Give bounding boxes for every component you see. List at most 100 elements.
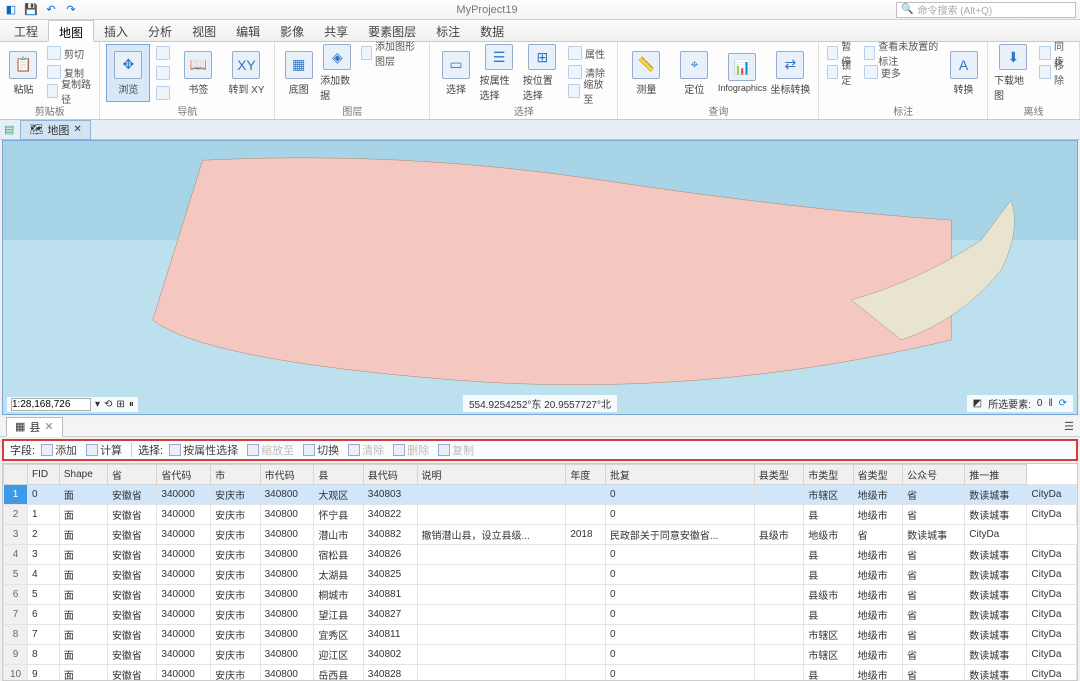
infographics-button[interactable]: 📊Infographics bbox=[720, 44, 764, 102]
group-label: 选择 bbox=[436, 103, 611, 119]
coordconv-button[interactable]: ⇄坐标转换 bbox=[768, 44, 812, 102]
remove-button[interactable]: 移除 bbox=[1037, 63, 1073, 81]
rotate-icon[interactable]: ⟲ bbox=[104, 399, 112, 410]
basemap-button[interactable]: ▦底图 bbox=[281, 44, 316, 102]
close-icon[interactable]: ✕ bbox=[44, 420, 53, 433]
cell: 安徽省 bbox=[107, 665, 156, 681]
cell: 6 bbox=[28, 605, 60, 625]
bookmarks-button[interactable]: 📖书签 bbox=[176, 44, 220, 102]
column-header[interactable]: 推一推 bbox=[965, 465, 1027, 485]
cell: 0 bbox=[605, 625, 754, 645]
contents-icon[interactable]: ▤ bbox=[4, 123, 14, 136]
map-view[interactable]: ▾ ⟲ ⊞ ⏸ 554.9254252°东 20.9557727°北 ◩ 所选要… bbox=[2, 140, 1078, 415]
redo-icon[interactable]: ↷ bbox=[64, 3, 78, 17]
add-field-button[interactable]: 添加 bbox=[38, 441, 80, 459]
tab-视图[interactable]: 视图 bbox=[182, 20, 226, 41]
cell: 省 bbox=[903, 645, 965, 665]
tab-分析[interactable]: 分析 bbox=[138, 20, 182, 41]
column-header[interactable]: 公众号 bbox=[903, 465, 965, 485]
table-row[interactable]: 76面安徽省340000安庆市340800望江县3408270县地级市省数读城事… bbox=[4, 605, 1077, 625]
column-header[interactable]: 说明 bbox=[417, 465, 566, 485]
nav-tool-3[interactable] bbox=[154, 84, 172, 102]
scale-input[interactable] bbox=[11, 398, 91, 411]
column-header[interactable]: 市类型 bbox=[804, 465, 853, 485]
cell: 地级市 bbox=[853, 585, 902, 605]
measure-button[interactable]: 📏测量 bbox=[624, 44, 668, 102]
cell: CityDa bbox=[1027, 665, 1077, 681]
table-row[interactable]: 32面安徽省340000安庆市340800潜山市340882撤销潜山县，设立县级… bbox=[4, 525, 1077, 545]
table-menu-icon[interactable]: ☰ bbox=[1064, 420, 1074, 433]
tab-工程[interactable]: 工程 bbox=[4, 20, 48, 41]
table-row[interactable]: 109面安徽省340000安庆市340800岳西县3408280县地级市省数读城… bbox=[4, 665, 1077, 681]
cell: 0 bbox=[605, 665, 754, 681]
gotoxy-button[interactable]: XY转到 XY bbox=[224, 44, 268, 102]
undo-icon[interactable]: ↶ bbox=[44, 3, 58, 17]
cut-button[interactable]: 剪切 bbox=[45, 44, 93, 62]
column-header[interactable]: 省类型 bbox=[853, 465, 902, 485]
more-button[interactable]: 更多 bbox=[862, 63, 942, 81]
adddata-button[interactable]: ◈添加数据 bbox=[320, 44, 355, 102]
tab-影像[interactable]: 影像 bbox=[270, 20, 314, 41]
locate-button[interactable]: ⌖定位 bbox=[672, 44, 716, 102]
table-row[interactable]: 65面安徽省340000安庆市340800桐城市3408810县级市地级市省数读… bbox=[4, 585, 1077, 605]
tab-标注[interactable]: 标注 bbox=[426, 20, 470, 41]
table-row[interactable]: 98面安徽省340000安庆市340800迎江区3408020市辖区地级市省数读… bbox=[4, 645, 1077, 665]
column-header[interactable]: FID bbox=[28, 465, 60, 485]
convert-button[interactable]: A转换 bbox=[946, 44, 981, 102]
addgraphics-button[interactable]: 添加图形图层 bbox=[359, 44, 424, 62]
table-row[interactable]: 43面安徽省340000安庆市340800宿松县3408260县地级市省数读城事… bbox=[4, 545, 1077, 565]
lock-button[interactable]: 锁定 bbox=[825, 63, 858, 81]
calculate-button[interactable]: 计算 bbox=[83, 441, 125, 459]
attribute-table[interactable]: FIDShape省省代码市市代码县县代码说明年度批复县类型市类型省类型公众号推一… bbox=[2, 463, 1078, 681]
tab-地图[interactable]: 地图 bbox=[48, 20, 94, 42]
column-header[interactable]: 省 bbox=[107, 465, 156, 485]
switch-button[interactable]: 切换 bbox=[300, 441, 342, 459]
column-header[interactable]: 市代码 bbox=[260, 465, 314, 485]
scale-control[interactable]: ▾ ⟲ ⊞ ⏸ bbox=[7, 397, 138, 412]
column-header[interactable]: 县代码 bbox=[363, 465, 417, 485]
nav-tool-2[interactable] bbox=[154, 64, 172, 82]
tab-插入[interactable]: 插入 bbox=[94, 20, 138, 41]
column-header[interactable]: 省代码 bbox=[157, 465, 211, 485]
select-byattr-button[interactable]: ☰按属性选择 bbox=[480, 44, 519, 102]
cell: CityDa bbox=[1027, 565, 1077, 585]
table-row[interactable]: 87面安徽省340000安庆市340800宜秀区3408110市辖区地级市省数读… bbox=[4, 625, 1077, 645]
tab-共享[interactable]: 共享 bbox=[314, 20, 358, 41]
attributes-button[interactable]: 属性 bbox=[566, 44, 611, 62]
refresh-icon[interactable]: ⟳ bbox=[1059, 398, 1067, 409]
column-header[interactable]: 县类型 bbox=[754, 465, 803, 485]
map-view-tab[interactable]: 🗺 地图 ✕ bbox=[20, 120, 90, 140]
paste-button[interactable]: 📋粘贴 bbox=[6, 44, 41, 102]
explore-button[interactable]: ✥浏览 bbox=[106, 44, 150, 102]
column-header[interactable]: 年度 bbox=[566, 465, 606, 485]
close-icon[interactable]: ✕ bbox=[73, 124, 81, 135]
select-button[interactable]: ▭选择 bbox=[436, 44, 475, 102]
table-row[interactable]: 10面安徽省340000安庆市340800大观区3408030市辖区地级市省数读… bbox=[4, 485, 1077, 505]
table-tab[interactable]: ▦ 县 ✕ bbox=[6, 417, 63, 437]
cell: 2 bbox=[28, 525, 60, 545]
select-byloc-button[interactable]: ⊞按位置选择 bbox=[523, 44, 562, 102]
copypath-button[interactable]: 复制路径 bbox=[45, 82, 93, 100]
table-row[interactable]: 54面安徽省340000安庆市340800太湖县3408250县地级市省数读城事… bbox=[4, 565, 1077, 585]
command-search[interactable]: 🔍 命令搜索 (Alt+Q) bbox=[896, 2, 1076, 18]
column-header[interactable]: 县 bbox=[314, 465, 363, 485]
table-tabbar: ▦ 县 ✕ ☰ bbox=[0, 417, 1080, 437]
cell: 县 bbox=[804, 545, 853, 565]
select-byattr-button[interactable]: 按属性选择 bbox=[166, 441, 241, 459]
zoomto-button[interactable]: 缩放至 bbox=[566, 82, 611, 100]
unplaced-button[interactable]: 查看未放置的标注 bbox=[862, 44, 942, 62]
column-header[interactable]: 市 bbox=[211, 465, 260, 485]
column-header[interactable] bbox=[4, 465, 28, 485]
nav-tool-1[interactable] bbox=[154, 44, 172, 62]
save-icon[interactable]: 💾 bbox=[24, 3, 38, 17]
scale-tool-icon[interactable]: ▾ bbox=[95, 399, 100, 410]
column-header[interactable]: 批复 bbox=[605, 465, 754, 485]
extent-icon[interactable]: ⊞ bbox=[116, 399, 124, 410]
column-header[interactable]: Shape bbox=[59, 465, 107, 485]
tab-数据[interactable]: 数据 bbox=[470, 20, 514, 41]
download-button[interactable]: ⬇下载地图 bbox=[994, 44, 1033, 102]
pause-draw-icon[interactable]: ⏸ bbox=[129, 399, 134, 410]
table-row[interactable]: 21面安徽省340000安庆市340800怀宁县3408220县地级市省数读城事… bbox=[4, 505, 1077, 525]
snap-icon[interactable]: ‖ bbox=[1048, 398, 1052, 409]
tab-编辑[interactable]: 编辑 bbox=[226, 20, 270, 41]
